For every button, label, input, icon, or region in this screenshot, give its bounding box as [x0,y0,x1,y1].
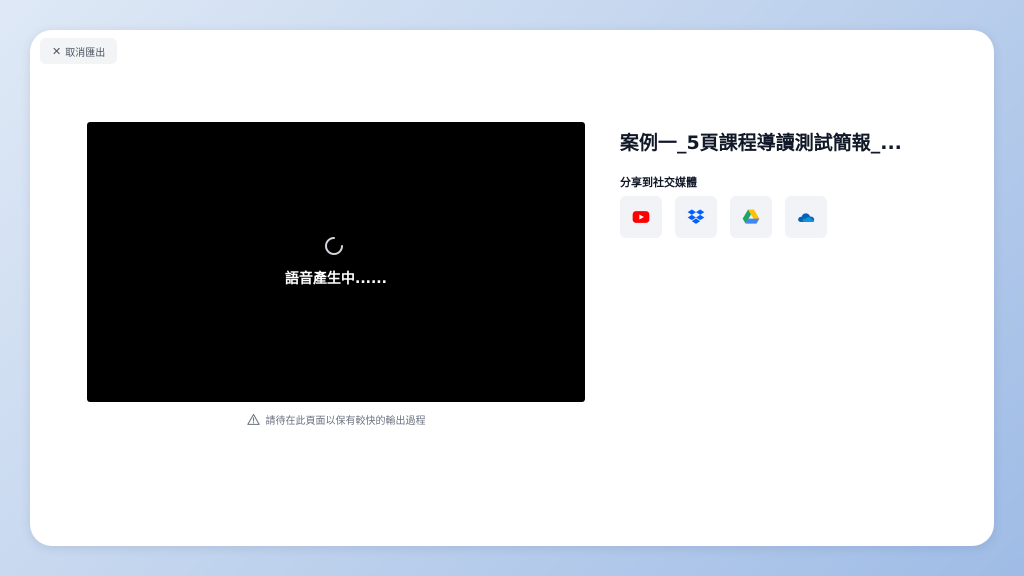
share-youtube-button[interactable] [620,196,662,238]
dropbox-icon [687,209,705,224]
google-drive-icon [742,209,760,224]
loading-spinner-icon [325,237,343,255]
share-dropbox-button[interactable] [675,196,717,238]
notice-text: 請待在此頁面以保有較快的輸出過程 [265,416,426,427]
export-dialog-card: ✕ 取消匯出 語音產生中...... 請待在此頁面以保有較快的輸出過程 案例一_… [30,30,994,546]
project-title: 案例一_5頁課程導讀測試簡報_... [620,132,902,154]
onedrive-icon [798,213,815,222]
cancel-export-button[interactable]: ✕ 取消匯出 [40,38,118,64]
share-services [620,196,827,238]
stay-on-page-notice: 請待在此頁面以保有較快的輸出過程 [87,412,585,427]
share-onedrive-button[interactable] [785,196,827,238]
generation-status: 語音產生中...... [285,271,387,287]
cancel-export-label: 取消匯出 [65,47,106,59]
video-preview: 語音產生中...... [87,122,585,402]
warning-icon [246,413,260,425]
youtube-icon [632,211,650,223]
close-icon: ✕ [52,44,62,58]
share-label: 分享到社交媒體 [620,176,697,189]
share-google-drive-button[interactable] [730,196,772,238]
